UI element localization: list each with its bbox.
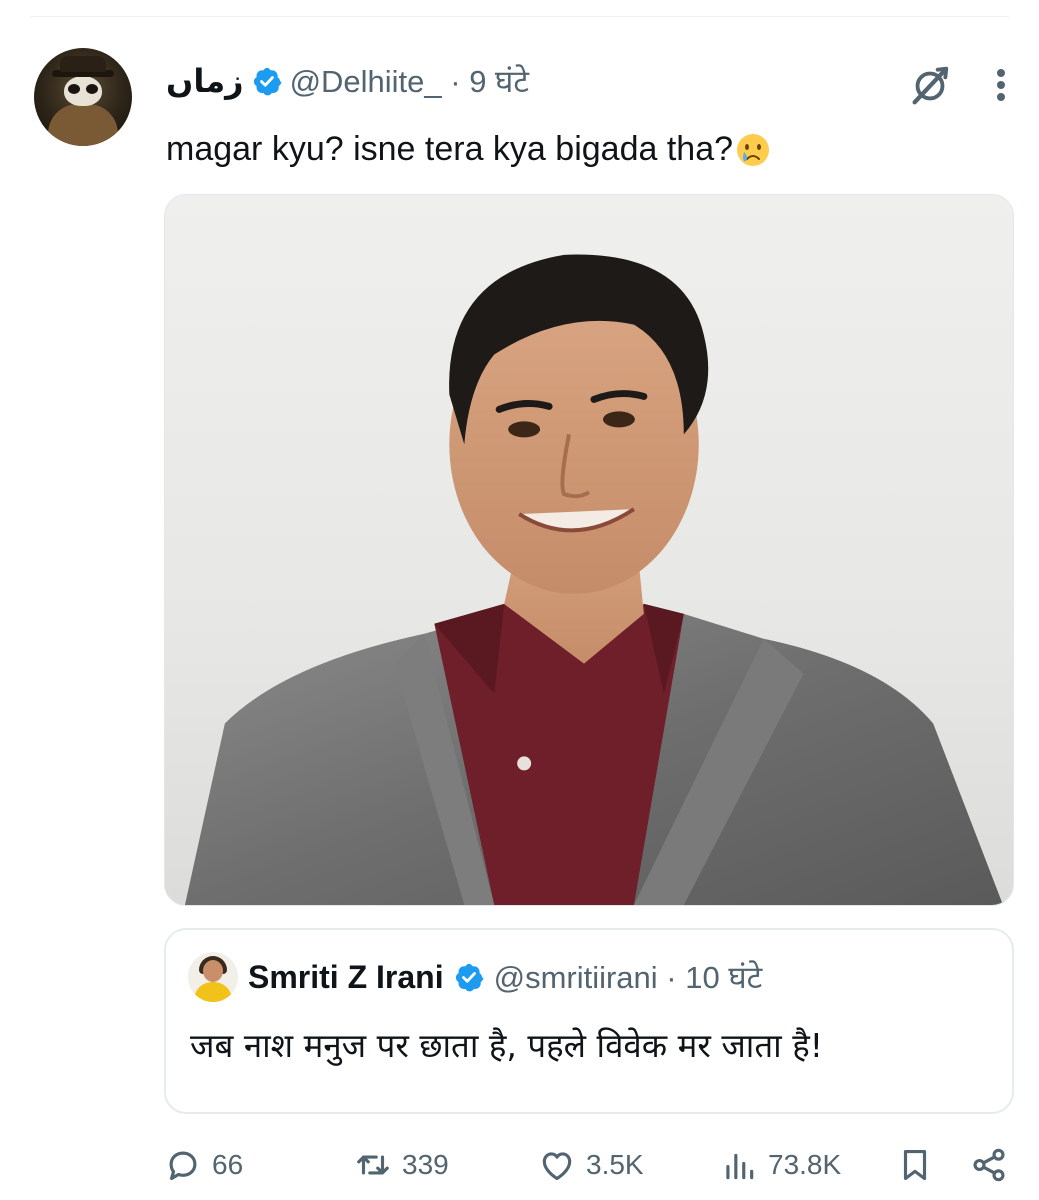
author-handle-time[interactable]: @Delhiite_ · 9 घंटे [290, 60, 529, 102]
like-button[interactable]: 3.5K [538, 1140, 644, 1190]
quoted-author-handle-time[interactable]: @smritiirani · 10 घंटे [494, 956, 763, 998]
tweet-media-photo[interactable] [164, 194, 1014, 906]
crying-face-emoji [737, 133, 770, 166]
tweet-text: magar kyu? isne tera kya bigada tha? [166, 130, 771, 169]
quoted-tweet-text: जब नाश मनुज पर छाता है, पहले विवेक मर जा… [190, 1026, 823, 1065]
bookmark-button[interactable] [896, 1140, 934, 1190]
tweet-action-bar: 66 339 3.5K 73.8K [164, 1140, 1009, 1190]
retweet-icon [357, 1155, 389, 1175]
retweet-count: 339 [402, 1149, 449, 1180]
tweet-text-content: magar kyu? isne tera kya bigada tha? [166, 130, 734, 168]
reply-count: 66 [212, 1149, 244, 1180]
retweet-button[interactable]: 339 [354, 1140, 449, 1190]
quoted-author-avatar[interactable] [188, 952, 238, 1002]
views-count: 73.8K [768, 1149, 842, 1180]
author-avatar[interactable] [34, 48, 132, 146]
like-count: 3.5K [586, 1149, 644, 1180]
author-display-name[interactable]: زماں [166, 62, 244, 100]
quoted-tweet[interactable]: Smriti Z Irani @smritiirani · 10 घंटे जब… [164, 928, 1014, 1114]
like-icon [542, 1152, 572, 1181]
views-icon [726, 1153, 754, 1180]
portrait-illustration [184, 254, 1004, 905]
bookmark-icon [903, 1149, 927, 1181]
views-button[interactable]: 73.8K [720, 1140, 841, 1190]
reply-button[interactable]: 66 [164, 1140, 243, 1190]
verified-badge-icon [253, 67, 281, 96]
header-actions [907, 62, 1009, 108]
grok-icon[interactable] [907, 62, 953, 108]
share-button[interactable] [970, 1140, 1008, 1190]
more-icon[interactable] [993, 63, 1009, 107]
share-icon [973, 1148, 1005, 1182]
reply-icon [169, 1151, 197, 1181]
quoted-tweet-header: Smriti Z Irani @smritiirani · 10 घंटे [188, 952, 762, 1002]
verified-badge-icon [455, 963, 483, 992]
quoted-author-name[interactable]: Smriti Z Irani [248, 959, 444, 996]
tweet-header: زماں @Delhiite_ · 9 घंटे [166, 60, 529, 102]
top-divider [30, 16, 1009, 17]
